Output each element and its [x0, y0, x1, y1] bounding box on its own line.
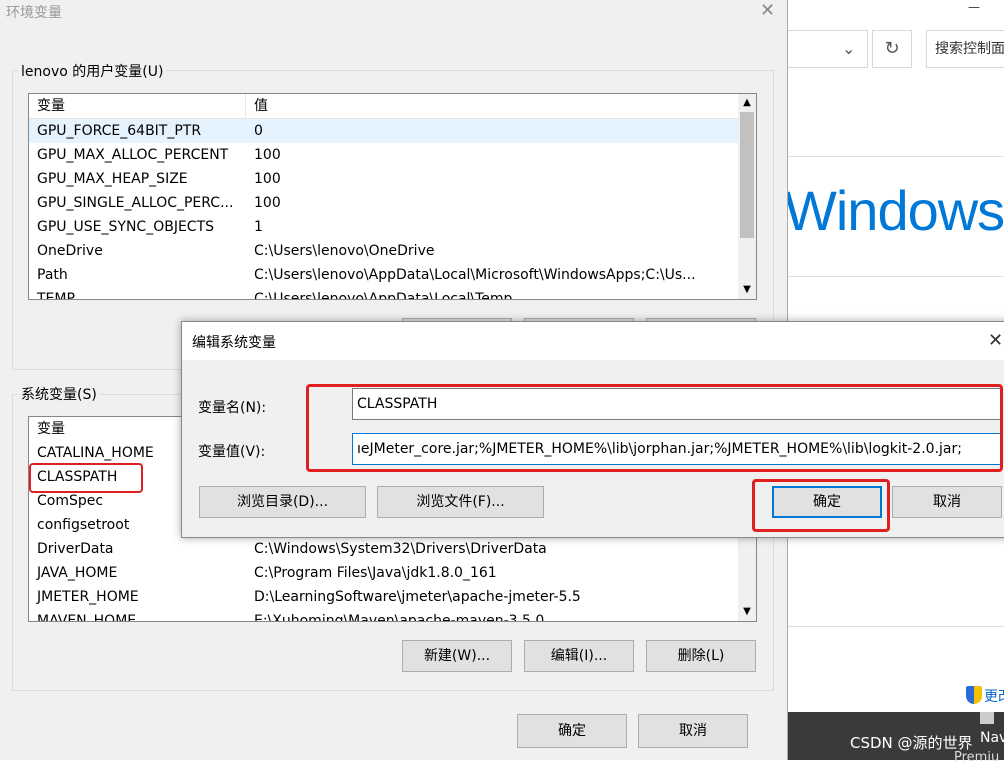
variable-value-cell: C:\Users\lenovo\OneDrive [254, 243, 435, 259]
table-row[interactable]: GPU_MAX_ALLOC_PERCENT 100 [29, 143, 756, 167]
table-row[interactable]: GPU_MAX_HEAP_SIZE 100 [29, 167, 756, 191]
list-header: 变量 值 [29, 94, 756, 119]
dialog-title: 环境变量 [6, 5, 62, 21]
close-icon[interactable]: ✕ [988, 330, 1003, 351]
variable-name-cell: JMETER_HOME [37, 589, 139, 605]
variable-value-cell: C:\Windows\System32\Drivers\DriverData [254, 541, 547, 557]
ok-button[interactable]: 确定 [517, 714, 627, 748]
variable-value-cell: E:\Xuhoming\Maven\apache-maven-3.5.0 [254, 613, 545, 622]
browse-file-button[interactable]: 浏览文件(F)... [377, 486, 544, 518]
scroll-up-icon[interactable]: ▲ [738, 94, 756, 112]
dialog-title-bar: 编辑系统变量 ✕ [182, 322, 1004, 360]
delete-button[interactable]: 删除(L) [646, 640, 756, 672]
cancel-button[interactable]: 取消 [638, 714, 748, 748]
variable-name-cell: OneDrive [37, 243, 103, 259]
refresh-icon: ↻ [884, 38, 900, 59]
refresh-button[interactable]: ↻ [872, 30, 912, 68]
vertical-scrollbar[interactable]: ▲ ▼ [738, 94, 756, 299]
table-row[interactable]: JAVA_HOME C:\Program Files\Java\jdk1.8.0_… [29, 561, 756, 585]
variable-name-cell: DriverData [37, 541, 114, 557]
variable-value-cell: C:\Users\lenovo\AppData\Local\Temp [254, 291, 513, 300]
variable-value-cell: 0 [254, 123, 263, 139]
variable-value-cell: 100 [254, 171, 281, 187]
variable-name-cell: GPU_SINGLE_ALLOC_PERC... [37, 195, 234, 211]
windows-logo-text: Windows [784, 179, 1004, 242]
separator [788, 156, 1004, 157]
variable-value-cell: 100 [254, 147, 281, 163]
app-icon [980, 712, 994, 724]
table-row[interactable]: GPU_USE_SYNC_OBJECTS 1 [29, 215, 756, 239]
taskbar-label: Navi [980, 730, 1004, 746]
variable-name-cell: JAVA_HOME [37, 565, 118, 581]
variable-name-cell: GPU_FORCE_64BIT_PTR [37, 123, 202, 139]
variable-value-cell: C:\Users\lenovo\AppData\Local\Microsoft\… [254, 267, 696, 283]
variable-name-cell: MAVEN_HOME [37, 613, 137, 622]
change-link[interactable]: 更改 [984, 686, 1004, 706]
separator [788, 626, 1004, 627]
variable-value-cell: D:\LearningSoftware\jmeter\apache-jmeter… [254, 589, 581, 605]
table-row[interactable]: TEMP C:\Users\lenovo\AppData\Local\Temp [29, 287, 756, 300]
ok-button-highlight [752, 479, 890, 532]
column-header-name[interactable]: 变量 [29, 94, 246, 118]
input-highlight [306, 384, 1003, 472]
browse-directory-button[interactable]: 浏览目录(D)... [199, 486, 366, 518]
cancel-button[interactable]: 取消 [892, 486, 1002, 518]
column-header-value[interactable]: 值 [246, 94, 756, 118]
table-row[interactable]: GPU_FORCE_64BIT_PTR 0 [29, 119, 756, 143]
variable-value-label: 变量值(V): [198, 444, 266, 460]
scroll-down-icon[interactable]: ▼ [738, 603, 756, 621]
minimize-icon[interactable]: — [968, 0, 988, 14]
variable-name-cell: GPU_USE_SYNC_OBJECTS [37, 219, 215, 235]
table-row[interactable]: OneDrive C:\Users\lenovo\OneDrive [29, 239, 756, 263]
variable-value-cell: 1 [254, 219, 263, 235]
edit-button[interactable]: 编辑(I)... [524, 640, 634, 672]
table-row[interactable]: JMETER_HOME D:\LearningSoftware\jmeter\ap… [29, 585, 756, 609]
search-input[interactable]: 搜索控制面 [926, 30, 1004, 68]
table-row[interactable]: DriverData C:\Windows\System32\Drivers\Dr… [29, 537, 756, 561]
shield-icon [966, 686, 982, 704]
scroll-down-icon[interactable]: ▼ [738, 281, 756, 299]
chevron-down-icon[interactable]: ⌄ [842, 39, 855, 58]
table-row[interactable]: Path C:\Users\lenovo\AppData\Local\Micros… [29, 263, 756, 287]
variable-name-cell: GPU_MAX_ALLOC_PERCENT [37, 147, 229, 163]
table-row[interactable]: GPU_SINGLE_ALLOC_PERC... 100 [29, 191, 756, 215]
edit-system-variable-dialog: 编辑系统变量 ✕ 变量名(N): CLASSPATH 变量值(V): ıeJMe… [181, 321, 1004, 538]
system-variables-label: 系统变量(S) [18, 384, 100, 404]
variable-value-cell: 100 [254, 195, 281, 211]
variable-name-label: 变量名(N): [198, 400, 267, 416]
variable-name-cell: TEMP [37, 291, 75, 300]
close-icon[interactable]: ✕ [760, 0, 775, 21]
classpath-highlight [29, 463, 143, 493]
separator [788, 276, 1004, 277]
variable-value-cell: C:\Program Files\Java\jdk1.8.0_161 [254, 565, 497, 581]
table-row[interactable]: MAVEN_HOME E:\Xuhoming\Maven\apache-maven… [29, 609, 756, 622]
user-variables-label: lenovo 的用户变量(U) [18, 61, 167, 81]
watermark: CSDN @源的世界 [850, 734, 973, 752]
variable-name-cell: Path [37, 267, 68, 283]
dialog-title: 编辑系统变量 [192, 335, 276, 351]
address-bar[interactable]: ⌄ [788, 30, 868, 68]
user-variables-list[interactable]: 变量 值 GPU_FORCE_64BIT_PTR 0 GPU_MAX_ALLOC_P… [28, 93, 757, 300]
new-button[interactable]: 新建(W)... [402, 640, 512, 672]
scroll-thumb[interactable] [740, 112, 754, 238]
variable-name-cell: GPU_MAX_HEAP_SIZE [37, 171, 188, 187]
